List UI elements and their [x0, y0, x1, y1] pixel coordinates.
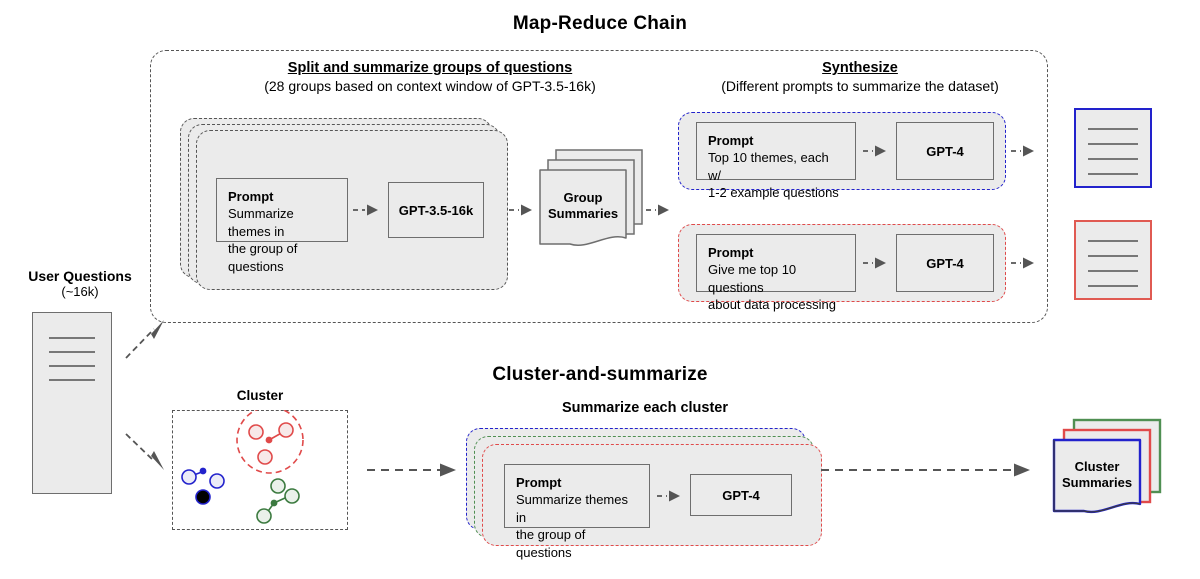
split-prompt-line2: the group of questions: [228, 241, 298, 274]
branch-1-prompt-title: Prompt: [708, 133, 754, 148]
cluster-summaries-label: Cluster Summaries: [1054, 459, 1140, 492]
cluster-and-summarize-title: Cluster-and-summarize: [492, 364, 708, 385]
arrow-questions-to-cluster: [124, 428, 174, 478]
cluster-prompt-line1: Summarize themes in: [516, 492, 628, 525]
branch-2-model-box: GPT-4: [896, 234, 994, 292]
arrow-branch-1-to-output: [1010, 144, 1042, 158]
output-note-red: [1074, 220, 1152, 300]
branch-2-prompt-line2: about data processing: [708, 297, 836, 313]
split-prompt-line1: Summarize themes in: [228, 206, 294, 239]
diagram-canvas: Map-Reduce Chain Split and summarize gro…: [0, 0, 1200, 579]
branch-1-prompt-box: Prompt Top 10 themes, each w/ 1-2 exampl…: [696, 122, 856, 200]
cluster-model-box: GPT-4: [690, 474, 792, 516]
branch-2-prompt-title: Prompt: [708, 245, 754, 260]
user-questions-title: User Questions: [28, 268, 132, 284]
branch-2-prompt-line1: Give me top 10 questions: [708, 262, 797, 295]
cluster-scatter: [172, 406, 348, 530]
arrow-branch-2-to-output: [1010, 256, 1042, 270]
split-model-box: GPT-3.5-16k: [388, 182, 484, 238]
user-questions-label: User Questions (~16k): [8, 268, 152, 299]
cluster-prompt-box: Prompt Summarize themes in the group of …: [504, 464, 650, 560]
split-section-title: Split and summarize groups of questions: [287, 60, 573, 76]
split-prompt-title: Prompt: [228, 189, 274, 204]
branch-1-model-box: GPT-4: [896, 122, 994, 180]
branch-1-prompt-line2: 1-2 example questions: [708, 185, 839, 201]
user-questions-count: (~16k): [61, 284, 99, 299]
cluster-summaries-line1: Cluster: [1074, 459, 1120, 474]
arrow-split-prompt-to-model: [352, 203, 384, 217]
group-summaries-line2: Summaries: [547, 206, 619, 222]
synthesize-subtitle: (Different prompts to summarize the data…: [721, 78, 999, 94]
group-summaries-line1: Group: [563, 190, 603, 205]
arrow-questions-to-map-reduce: [124, 312, 174, 362]
arrow-summarize-to-cluster-summaries: [820, 462, 1036, 478]
arrow-branch-2-prompt-to-model: [862, 256, 894, 270]
arrow-summaries-to-synthesize: [645, 203, 677, 217]
arrow-cluster-prompt-to-model: [656, 489, 688, 503]
split-section-subtitle: (28 groups based on context window of GP…: [264, 78, 596, 94]
cluster-prompt-title: Prompt: [516, 475, 562, 490]
branch-2-prompt-box: Prompt Give me top 10 questions about da…: [696, 234, 856, 312]
map-reduce-title: Map-Reduce Chain: [512, 13, 688, 34]
arrow-branch-1-prompt-to-model: [862, 144, 894, 158]
cluster-title: Cluster: [236, 388, 284, 403]
user-questions-doc: [32, 312, 112, 494]
summarize-each-cluster-title: Summarize each cluster: [561, 400, 729, 416]
cluster-prompt-line2: the group of questions: [516, 527, 586, 560]
branch-1-prompt-line1: Top 10 themes, each w/: [708, 150, 829, 183]
group-summaries-label: Group Summaries: [540, 190, 626, 223]
output-note-blue: [1074, 108, 1152, 188]
synthesize-title: Synthesize: [822, 60, 898, 76]
arrow-cluster-to-summarize: [366, 462, 462, 478]
split-prompt-box: Prompt Summarize themes in the group of …: [216, 178, 348, 274]
cluster-summaries-line2: Summaries: [1061, 475, 1133, 491]
